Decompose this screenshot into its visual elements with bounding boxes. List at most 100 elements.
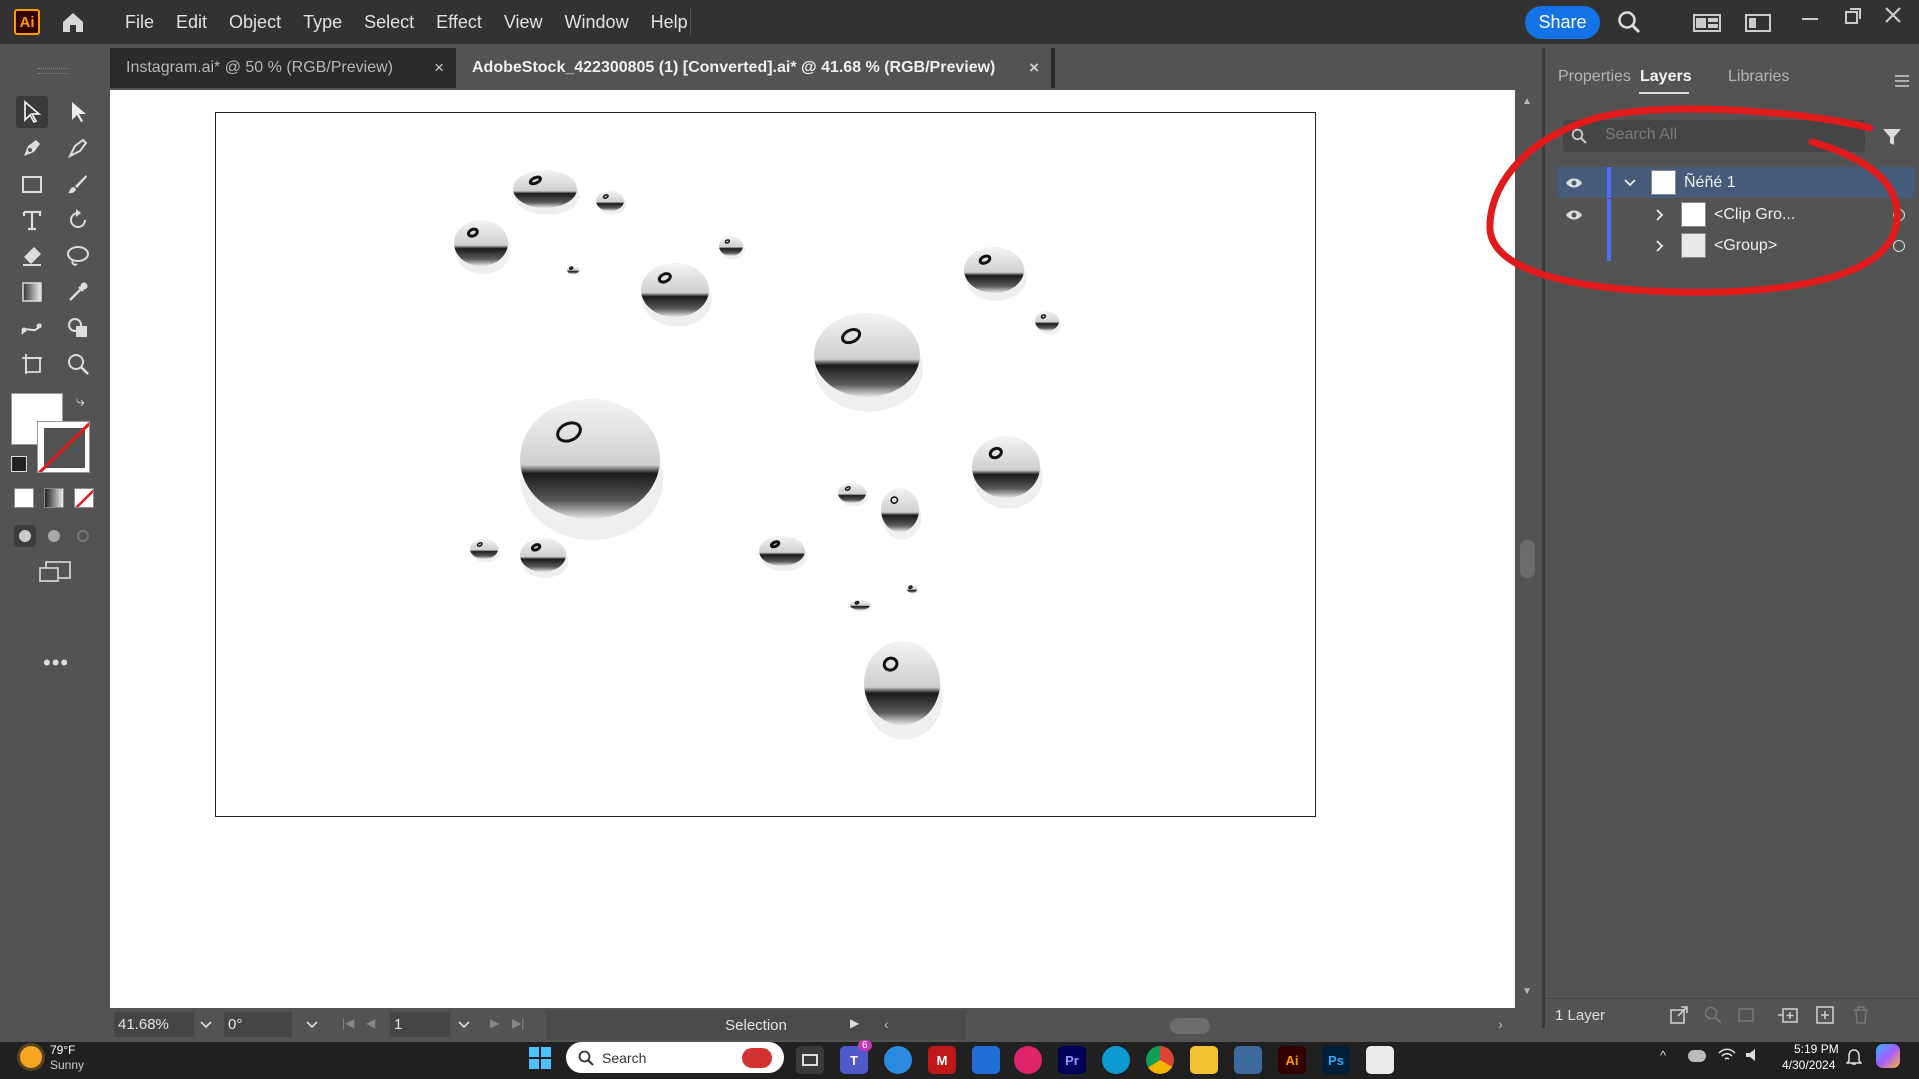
copilot-icon[interactable]: [1876, 1044, 1900, 1068]
show-hidden-icons-icon[interactable]: ^: [1660, 1048, 1666, 1063]
gradient-mode-icon[interactable]: [44, 488, 64, 508]
artboard-number-field[interactable]: 1: [390, 1012, 450, 1037]
weather-desc[interactable]: Sunny: [50, 1058, 84, 1072]
draw-normal-icon[interactable]: [14, 525, 36, 547]
screen-mode-icon[interactable]: [38, 560, 72, 589]
creative-cloud-icon[interactable]: [1014, 1046, 1042, 1074]
zoom-tool-icon[interactable]: [62, 348, 94, 380]
stroke-swatch[interactable]: [37, 421, 90, 473]
tab-layers[interactable]: Layers: [1640, 68, 1692, 86]
scroll-thumb[interactable]: [1520, 540, 1535, 578]
none-mode-icon[interactable]: [74, 488, 94, 508]
delete-layer-icon[interactable]: [1851, 1005, 1871, 1030]
paintbrush-tool-icon[interactable]: [62, 168, 94, 200]
volume-icon[interactable]: [1744, 1047, 1762, 1068]
rectangle-tool-icon[interactable]: [16, 168, 48, 200]
close-tab-icon[interactable]: ×: [1029, 58, 1039, 78]
tab-adobestock[interactable]: AdobeStock_422300805 (1) [Converted].ai*…: [456, 48, 1051, 88]
zoom-dropdown-icon[interactable]: [200, 1017, 212, 1034]
draw-behind-icon[interactable]: [43, 525, 65, 547]
eyedropper-tool-icon[interactable]: [62, 276, 94, 308]
chrome-icon[interactable]: [1146, 1046, 1174, 1074]
menu-object[interactable]: Object: [218, 0, 292, 44]
onedrive-icon[interactable]: [1688, 1050, 1706, 1062]
puppet-warp-tool-icon[interactable]: [16, 312, 48, 344]
wifi-icon[interactable]: [1718, 1047, 1736, 1068]
windows-start-icon[interactable]: [528, 1046, 552, 1075]
previous-artboard-icon[interactable]: ◀: [366, 1016, 375, 1030]
zoom-field[interactable]: 41.68%: [114, 1012, 194, 1037]
weather-temp[interactable]: 79°F: [50, 1043, 75, 1057]
tab-instagram[interactable]: Instagram.ai* @ 50 % (RGB/Preview) ×: [110, 48, 456, 88]
file-explorer-icon[interactable]: [1190, 1046, 1218, 1074]
export-icon[interactable]: [1669, 1005, 1689, 1030]
photoshop-taskbar-icon[interactable]: Ps: [1322, 1046, 1350, 1074]
rotation-field[interactable]: 0°: [224, 1012, 292, 1037]
first-artboard-icon[interactable]: |◀: [342, 1016, 354, 1030]
scroll-down-icon[interactable]: ▼: [1522, 986, 1532, 997]
direct-selection-tool-icon[interactable]: [62, 96, 94, 128]
rotation-dropdown-icon[interactable]: [306, 1017, 318, 1034]
draw-inside-icon[interactable]: [72, 525, 94, 547]
type-tool-icon[interactable]: [16, 204, 48, 236]
last-artboard-icon[interactable]: ▶|: [512, 1016, 524, 1030]
illustrator-taskbar-icon[interactable]: Ai: [1278, 1046, 1306, 1074]
menu-edit[interactable]: Edit: [165, 0, 218, 44]
new-sublayer-icon[interactable]: [1777, 1005, 1801, 1030]
menu-view[interactable]: View: [493, 0, 554, 44]
default-fill-stroke-icon[interactable]: [11, 456, 27, 472]
selection-tool-icon[interactable]: [16, 96, 48, 128]
tab-properties[interactable]: Properties: [1558, 68, 1631, 86]
artboard-tool-icon[interactable]: [16, 348, 48, 380]
home-icon[interactable]: [60, 9, 86, 35]
clock-time[interactable]: 5:19 PM: [1794, 1042, 1839, 1056]
pen-tool-icon[interactable]: [16, 132, 48, 164]
rotate-tool-icon[interactable]: [62, 204, 94, 236]
premiere-icon[interactable]: Pr: [1058, 1046, 1086, 1074]
share-button[interactable]: Share: [1525, 6, 1600, 39]
copilot-app-icon[interactable]: [884, 1046, 912, 1074]
horizontal-scrollbar[interactable]: ‹ ›: [880, 1014, 1515, 1036]
shape-builder-tool-icon[interactable]: [62, 312, 94, 344]
toolbar-grip[interactable]: [38, 68, 68, 74]
edge-icon[interactable]: [1102, 1046, 1130, 1074]
calculator-icon[interactable]: [1234, 1046, 1262, 1074]
artboard[interactable]: [215, 112, 1316, 817]
menu-window[interactable]: Window: [554, 0, 640, 44]
clock-date[interactable]: 4/30/2024: [1782, 1058, 1835, 1072]
minimize-icon[interactable]: [1802, 8, 1822, 28]
search-icon[interactable]: [1616, 9, 1642, 40]
mcafee-icon[interactable]: M: [928, 1046, 956, 1074]
menu-file[interactable]: File: [114, 0, 165, 44]
color-mode-icon[interactable]: [14, 488, 34, 508]
tab-libraries[interactable]: Libraries: [1728, 68, 1789, 86]
close-tab-icon[interactable]: ×: [434, 58, 444, 78]
restore-icon[interactable]: [1843, 6, 1863, 31]
more-tools-icon[interactable]: •••: [43, 650, 69, 676]
eraser-tool-icon[interactable]: [16, 240, 48, 272]
calendar-app-icon[interactable]: [972, 1046, 1000, 1074]
curvature-tool-icon[interactable]: [62, 132, 94, 164]
workspace-layout-icon[interactable]: [1693, 13, 1721, 38]
notepad-icon[interactable]: [1366, 1046, 1394, 1074]
task-view-icon[interactable]: [796, 1046, 824, 1074]
status-menu-arrow-icon[interactable]: ▶: [850, 1016, 859, 1030]
swap-fill-stroke-icon[interactable]: ⤷: [76, 393, 85, 411]
scroll-left-icon[interactable]: ‹: [884, 1016, 889, 1032]
notification-bell-icon[interactable]: [1845, 1048, 1863, 1071]
scroll-right-icon[interactable]: ›: [1498, 1016, 1503, 1032]
artboard-dropdown-icon[interactable]: [458, 1017, 470, 1034]
next-artboard-icon[interactable]: ▶: [490, 1016, 499, 1030]
close-window-icon[interactable]: [1882, 4, 1904, 31]
locate-object-icon[interactable]: [1703, 1005, 1723, 1030]
clipping-mask-icon[interactable]: [1737, 1005, 1757, 1030]
taskbar-search-box[interactable]: Search: [566, 1042, 784, 1073]
weather-sun-icon[interactable]: [20, 1046, 42, 1068]
arrange-documents-icon[interactable]: [1745, 13, 1771, 38]
menu-type[interactable]: Type: [292, 0, 353, 44]
new-layer-icon[interactable]: [1815, 1005, 1835, 1030]
lasso-tool-icon[interactable]: [62, 240, 94, 272]
menu-effect[interactable]: Effect: [425, 0, 493, 44]
menu-select[interactable]: Select: [353, 0, 425, 44]
h-scroll-thumb[interactable]: [1170, 1018, 1210, 1034]
